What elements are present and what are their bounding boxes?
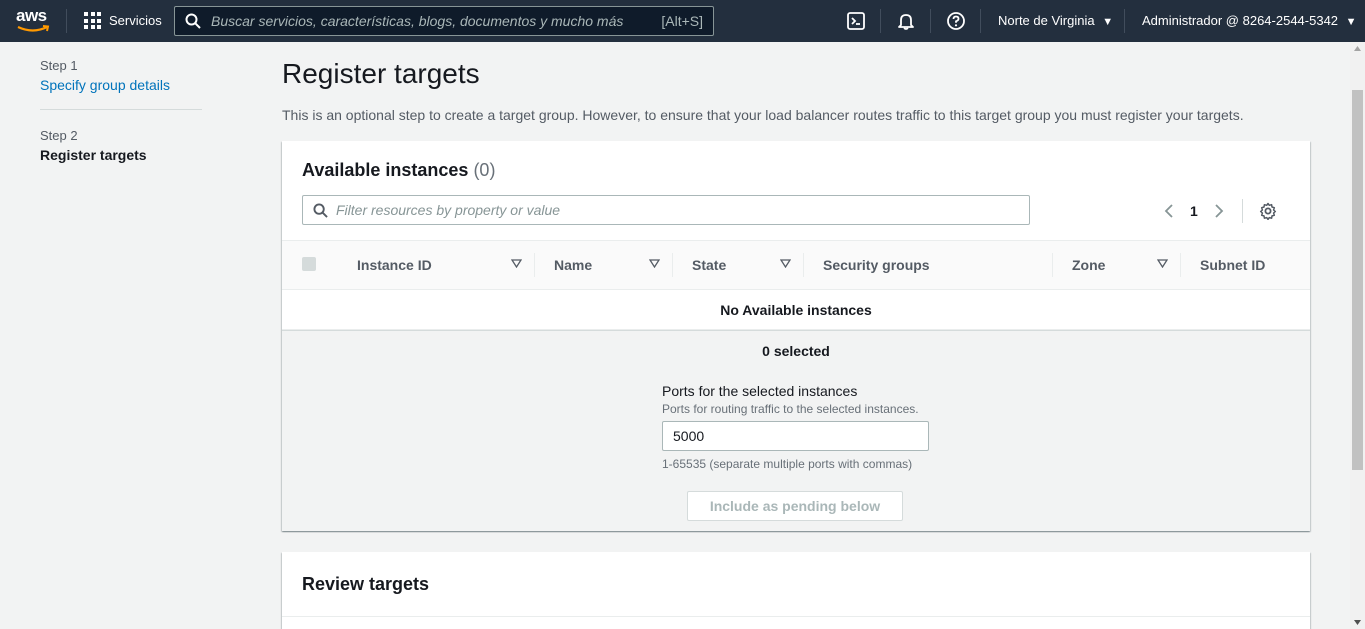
- available-instances-heading: Available instances: [302, 160, 469, 180]
- step-2-current: Register targets: [40, 147, 147, 163]
- step-divider: [40, 109, 202, 110]
- scroll-up-icon[interactable]: [1354, 46, 1361, 51]
- global-search-input[interactable]: Buscar servicios, características, blogs…: [174, 6, 714, 36]
- pager-divider: [1241, 199, 1243, 223]
- ports-input[interactable]: 5000: [662, 421, 929, 451]
- available-instances-title: Available instances (0): [302, 160, 495, 181]
- search-icon: [313, 202, 328, 218]
- step-1-number: Step 1: [40, 58, 78, 73]
- col-instance-id-label: Instance ID: [357, 257, 432, 273]
- col-instance-id[interactable]: Instance ID: [336, 241, 534, 289]
- help-icon[interactable]: [946, 11, 966, 31]
- panel-divider: [282, 616, 1310, 617]
- wizard-steps: Step 1 Specify group details Step 2 Regi…: [40, 58, 202, 163]
- bell-icon[interactable]: [896, 11, 916, 31]
- selected-count: 0 selected: [762, 343, 830, 359]
- table-header: Instance ID Name State Security groups Z…: [282, 240, 1310, 290]
- page-number[interactable]: 1: [1190, 203, 1198, 219]
- gear-icon[interactable]: [1259, 202, 1277, 220]
- available-instances-count: (0): [473, 160, 496, 180]
- filter-input[interactable]: Filter resources by property or value: [302, 195, 1030, 225]
- caret-down-icon: ▼: [1102, 16, 1114, 28]
- cloudshell-icon[interactable]: [846, 11, 866, 31]
- search-shortcut: [Alt+S]: [661, 13, 703, 29]
- caret-down-icon: ▼: [1345, 16, 1357, 28]
- nav-divider: [880, 9, 881, 33]
- col-zone-label: Zone: [1072, 257, 1106, 273]
- page-description: This is an optional step to create a tar…: [282, 107, 1244, 123]
- sort-icon: [511, 259, 522, 268]
- selection-footer: 0 selected Ports for the selected instan…: [282, 330, 1310, 531]
- aws-logo[interactable]: aws: [16, 6, 52, 36]
- ports-hint: 1-65535 (separate multiple ports with co…: [662, 457, 913, 471]
- region-selector[interactable]: Norte de Virginia ▼: [998, 13, 1113, 28]
- page-scrollbar[interactable]: [1350, 42, 1365, 629]
- chevron-right-icon[interactable]: [1214, 203, 1224, 219]
- col-state[interactable]: State: [672, 241, 803, 289]
- aws-logo-text: aws: [16, 6, 47, 25]
- available-instances-panel: Available instances (0) Filter resources…: [282, 141, 1310, 531]
- col-subnet-id-label: Subnet ID: [1200, 257, 1266, 273]
- sort-icon: [780, 259, 791, 268]
- region-label: Norte de Virginia: [998, 13, 1095, 28]
- col-zone[interactable]: Zone: [1052, 241, 1180, 289]
- select-all-checkbox[interactable]: [302, 257, 316, 271]
- services-grid-icon: [84, 12, 101, 29]
- search-placeholder: Buscar servicios, características, blogs…: [211, 13, 624, 29]
- account-label: Administrador @ 8264-2544-5342: [1142, 13, 1339, 28]
- nav-divider: [66, 9, 67, 33]
- sort-icon: [649, 259, 660, 268]
- empty-table-message: No Available instances: [282, 290, 1310, 330]
- col-name-label: Name: [554, 257, 593, 273]
- step-1-link[interactable]: Specify group details: [40, 77, 202, 93]
- chevron-left-icon[interactable]: [1164, 203, 1174, 219]
- nav-divider: [980, 9, 981, 33]
- pagination: 1: [1164, 199, 1277, 223]
- step-2-number: Step 2: [40, 128, 78, 143]
- page-title: Register targets: [282, 58, 480, 89]
- scroll-down-icon[interactable]: [1354, 620, 1361, 625]
- sort-icon: [1157, 259, 1168, 268]
- aws-smile-icon: [17, 25, 50, 32]
- col-name[interactable]: Name: [534, 241, 672, 289]
- filter-placeholder: Filter resources by property or value: [336, 202, 561, 218]
- search-icon: [185, 13, 201, 29]
- review-targets-panel: Review targets: [282, 552, 1310, 629]
- col-security-groups-label: Security groups: [823, 257, 930, 273]
- top-navigation: aws Servicios Buscar servicios, caracter…: [0, 0, 1365, 42]
- services-label: Servicios: [109, 13, 162, 28]
- nav-divider: [1124, 9, 1125, 33]
- scroll-thumb[interactable]: [1352, 90, 1363, 470]
- col-subnet-id: Subnet ID: [1180, 241, 1310, 289]
- ports-label: Ports for the selected instances: [662, 383, 858, 399]
- nav-divider: [930, 9, 931, 33]
- ports-description: Ports for routing traffic to the selecte…: [662, 402, 919, 416]
- col-state-label: State: [692, 257, 727, 273]
- review-targets-title: Review targets: [302, 574, 430, 594]
- account-menu[interactable]: Administrador @ 8264-2544-5342 ▼: [1142, 13, 1357, 28]
- services-menu[interactable]: Servicios: [84, 12, 162, 29]
- col-security-groups: Security groups: [803, 241, 1052, 289]
- include-as-pending-button[interactable]: Include as pending below: [687, 491, 903, 521]
